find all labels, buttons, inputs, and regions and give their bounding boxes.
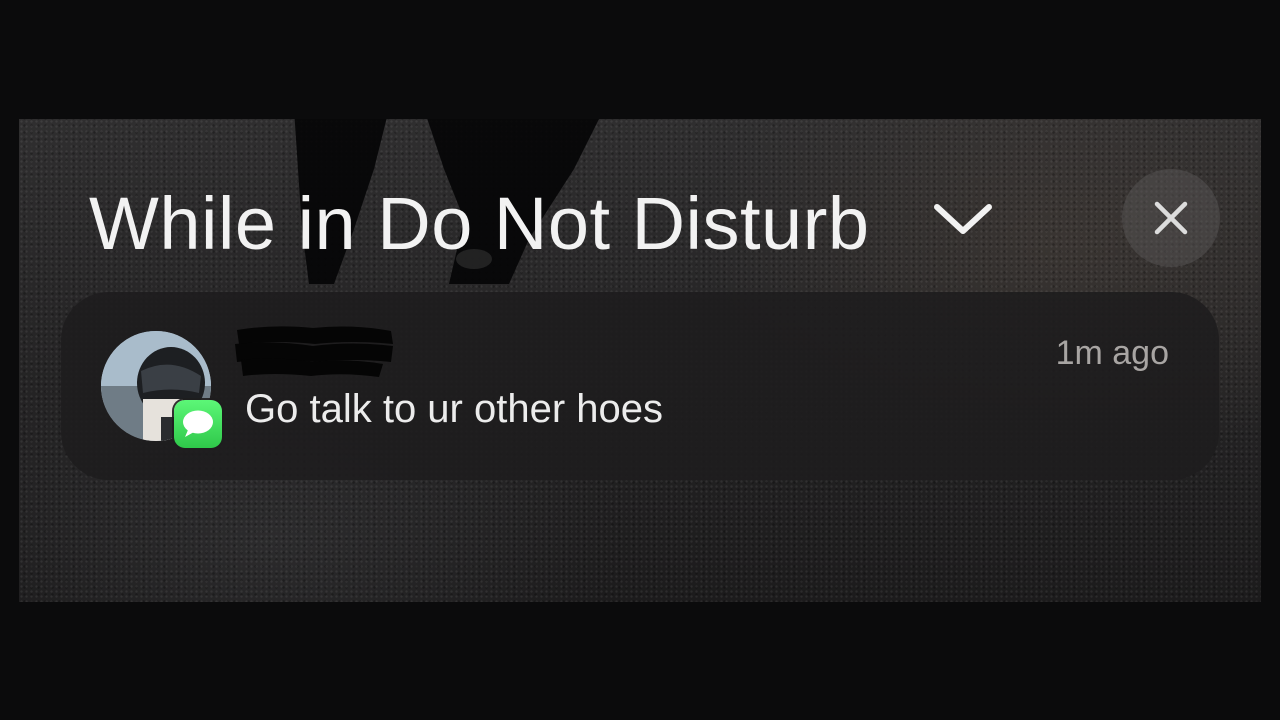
messages-app-badge: [174, 400, 222, 448]
redacted-sender-name: [235, 326, 393, 377]
close-icon: [1154, 201, 1188, 235]
notification-card[interactable]: 1m ago Go talk to ur other hoes: [61, 292, 1219, 480]
messages-icon: [183, 410, 213, 437]
screenshot-frame: While in Do Not Disturb 1m ago Go talk t…: [0, 0, 1280, 720]
notification-timestamp: 1m ago: [1055, 334, 1169, 372]
lock-screen: While in Do Not Disturb 1m ago Go talk t…: [19, 119, 1261, 602]
close-button[interactable]: [1122, 169, 1220, 267]
notification-message: Go talk to ur other hoes: [245, 387, 664, 431]
section-title: While in Do Not Disturb: [89, 182, 870, 265]
chevron-down-icon[interactable]: [931, 199, 995, 239]
